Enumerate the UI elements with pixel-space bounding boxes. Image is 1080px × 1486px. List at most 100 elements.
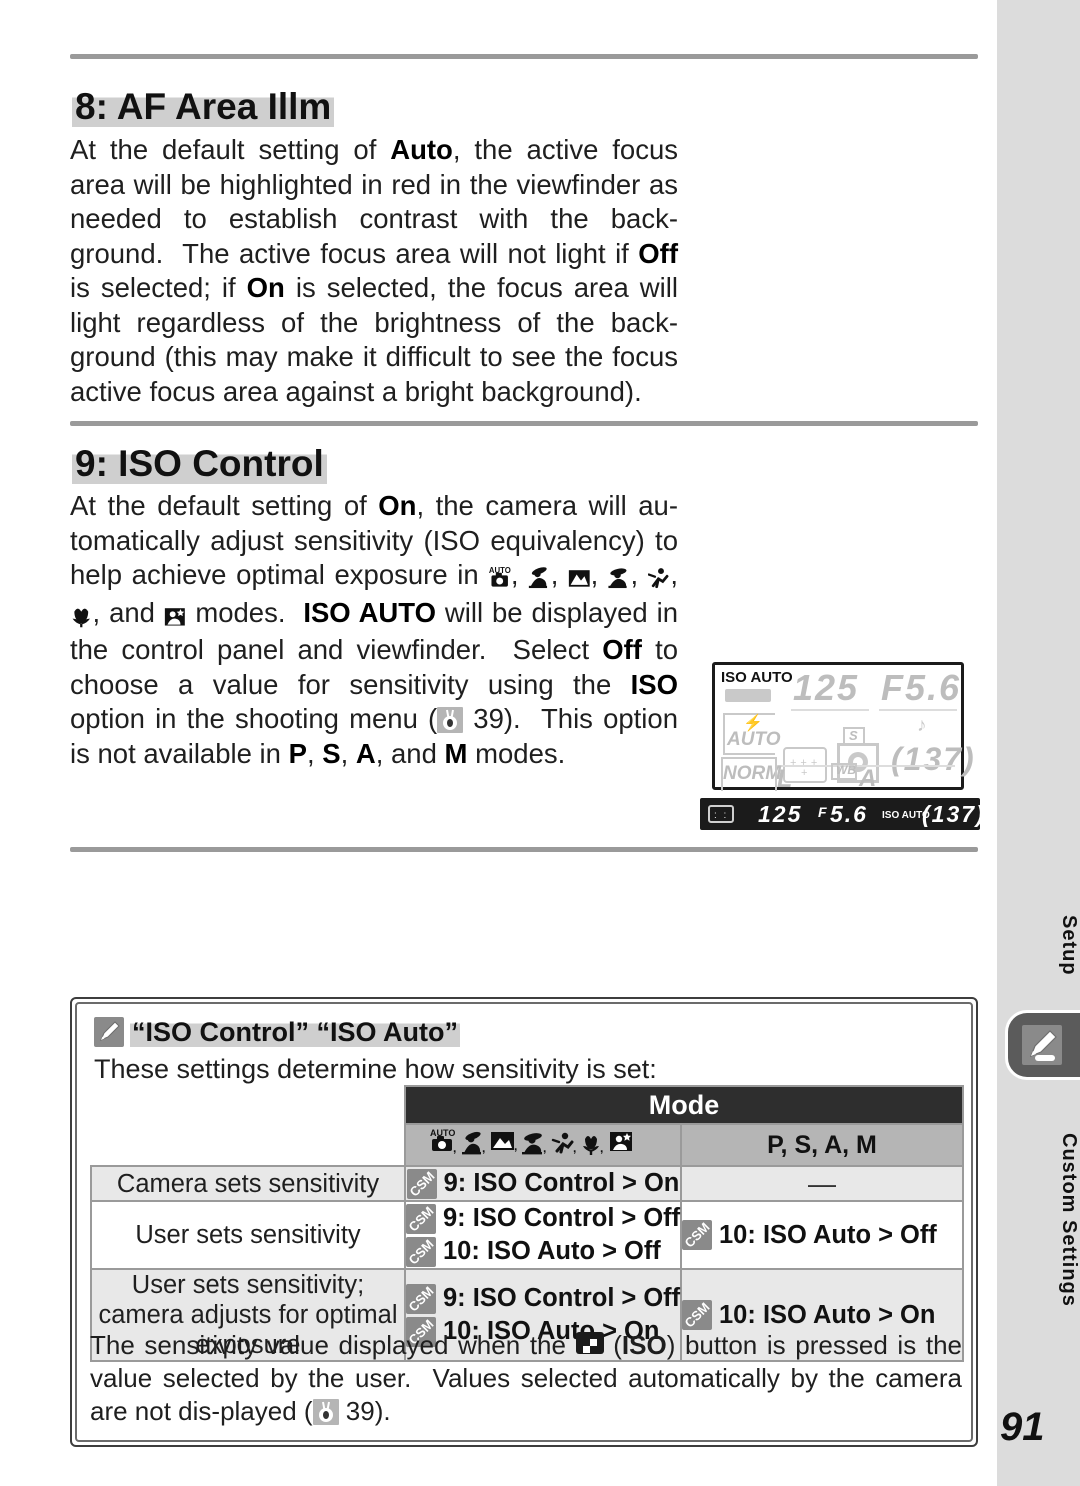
- svg-text:,: ,: [600, 1141, 603, 1155]
- csm-badge-icon: CSM: [406, 1236, 436, 1267]
- viewfinder-display: : : 125 F 5.6 ISO AUTO (137): [700, 798, 984, 830]
- csm-badge-text: CSM: [406, 1168, 437, 1199]
- option-value: Off: [643, 1204, 681, 1232]
- svg-text:,: ,: [482, 1141, 485, 1155]
- auto-mode-icon: AUTO: [488, 561, 511, 596]
- option-value: On: [643, 1169, 680, 1197]
- row-scene-options: CSM 9: ISO Control > Off CSM 10: ISO Aut…: [404, 1200, 682, 1270]
- csm-badge-text: CSM: [682, 1220, 712, 1250]
- csm-badge-icon: CSM: [406, 1168, 437, 1199]
- option-text: 9: ISO Control: [443, 1284, 615, 1312]
- csm-badge-icon: CSM: [682, 1220, 712, 1250]
- csm-badge-icon: CSM: [682, 1300, 712, 1330]
- option-entry: CSM 9: ISO Control > Off: [406, 1282, 680, 1315]
- lcd-flash-mode: AUTO: [727, 729, 781, 750]
- table-header-row-group: Mode: [91, 1085, 964, 1125]
- table-subheader-scene-modes: AUTO , , , , , ,: [404, 1123, 682, 1167]
- sidebar-label-setup: Setup: [1058, 914, 1080, 976]
- section-heading-af-area-illm-text: 8: AF Area Illm: [72, 86, 335, 127]
- option-entry: CSM 9: ISO Control > Off: [406, 1202, 680, 1235]
- section-heading-iso-control-text: 9: ISO Control: [72, 443, 327, 484]
- lcd-wb-box: WB: [831, 763, 857, 780]
- iso-settings-table: Mode AUTO , , , , , , P, S, A, M Camera …: [90, 1085, 964, 1362]
- svg-text:,: ,: [453, 1141, 456, 1155]
- note-footer-text: The sensitivity value displayed when the…: [90, 1330, 962, 1426]
- option-arrow: >: [602, 1237, 617, 1265]
- lcd-aperture: F5.6: [881, 667, 962, 708]
- viewfinder-af-bracket-icon: : :: [708, 805, 734, 823]
- vf-frames-value: 137: [931, 801, 977, 827]
- option-value: Off: [899, 1220, 937, 1249]
- divider-top: [70, 54, 978, 59]
- note-box: “ISO Control” “ISO Auto” These settings …: [70, 997, 978, 1447]
- page-sidebar: Setup Custom Settings: [997, 0, 1080, 1486]
- section-heading-af-area-illm: 8: AF Area Illm: [70, 86, 338, 127]
- row-description: Camera sets sensitivity: [90, 1165, 406, 1202]
- csm-badge-text: CSM: [406, 1203, 436, 1234]
- row-scene-options: CSM 9: ISO Control > On: [404, 1165, 682, 1202]
- option-text: 9: ISO Control: [443, 1169, 616, 1197]
- lcd-frames-value: 137: [903, 741, 964, 777]
- page-reference-icon: [312, 1399, 339, 1425]
- table-corner-blank: [91, 1086, 405, 1124]
- battery-icon: [725, 689, 771, 702]
- page-reference-icon: [437, 707, 464, 733]
- close-up-mode-icon: [70, 599, 93, 634]
- beep-icon: ♪: [917, 715, 927, 736]
- option-text: 10: ISO Auto: [719, 1300, 872, 1329]
- viewfinder-frames-remaining: (137): [922, 801, 986, 828]
- sidebar-tab-custom-settings[interactable]: [1005, 1010, 1080, 1080]
- table-group-header-mode: Mode: [404, 1085, 964, 1125]
- svg-text:,: ,: [573, 1141, 576, 1155]
- lcd-iso-auto-label: ISO AUTO: [721, 669, 793, 686]
- note-heading-text: “ISO Control” “ISO Auto”: [130, 1017, 460, 1047]
- svg-text:,: ,: [543, 1141, 546, 1155]
- csm-badge-icon: CSM: [406, 1283, 436, 1314]
- page-number: 91: [1000, 1405, 1045, 1449]
- section-heading-iso-control: 9: ISO Control: [70, 443, 331, 484]
- lcd-frames-bracket-left: (: [891, 741, 904, 777]
- note-heading: “ISO Control” “ISO Auto”: [94, 1017, 460, 1048]
- divider-middle: [70, 421, 978, 426]
- row-psam-options: CSM 10: ISO Auto > Off: [680, 1200, 964, 1270]
- option-entry: CSM 9: ISO Control > On: [406, 1167, 680, 1200]
- iso-button-icon: [575, 1332, 604, 1354]
- lcd-quality-box: [721, 757, 777, 791]
- section-body-af-area-illm: At the default setting of Auto, the acti…: [70, 134, 678, 407]
- option-entry: CSM 10: ISO Auto > On: [682, 1299, 962, 1332]
- page-content: 8: AF Area Illm At the default setting o…: [0, 0, 997, 1486]
- portrait-mode-icon: [528, 561, 551, 596]
- option-arrow: >: [621, 1204, 637, 1232]
- lcd-release-mode: S: [849, 728, 858, 743]
- option-arrow: >: [622, 1169, 637, 1197]
- pencil-icon: [1022, 1025, 1062, 1065]
- csm-badge-text: CSM: [406, 1236, 436, 1267]
- lcd-rule-2: [879, 709, 957, 711]
- row-description: User sets sensitivity: [90, 1200, 406, 1270]
- csm-badge-text: CSM: [406, 1283, 436, 1314]
- section-body-iso-control: At the default setting of On, the camera…: [70, 490, 679, 769]
- option-arrow: >: [878, 1220, 893, 1249]
- row-psam-options: —: [680, 1165, 964, 1202]
- option-text: 10: ISO Auto: [443, 1237, 596, 1265]
- lcd-rule-1: [791, 709, 869, 711]
- csm-badge-icon: CSM: [406, 1203, 436, 1234]
- child-mode-icon: [608, 561, 631, 596]
- option-value: On: [899, 1300, 936, 1329]
- viewfinder-aperture-prefix: F: [818, 804, 829, 820]
- table-subheader-psam: P, S, A, M: [680, 1123, 964, 1167]
- csm-badge-text: CSM: [682, 1300, 712, 1330]
- table-row: Camera sets sensitivity CSM 9: ISO Contr…: [90, 1165, 964, 1202]
- viewfinder-shutter-speed: 125: [758, 801, 803, 827]
- lcd-image-size: L: [777, 765, 793, 793]
- scene-mode-icon-group: AUTO , , , , , ,: [428, 1128, 658, 1163]
- lcd-wb-label: WB: [836, 763, 856, 777]
- table-corner-blank-2: [91, 1124, 405, 1166]
- table-row: User sets sensitivity CSM 9: ISO Control…: [90, 1200, 964, 1270]
- option-arrow: >: [878, 1300, 893, 1329]
- option-entry: CSM 10: ISO Auto > Off: [682, 1219, 962, 1252]
- pencil-icon: [94, 1017, 124, 1047]
- option-text: 10: ISO Auto: [719, 1220, 872, 1249]
- option-text: 9: ISO Control: [443, 1204, 615, 1232]
- table-subheader-row: AUTO , , , , , , P, S, A, M: [91, 1123, 964, 1167]
